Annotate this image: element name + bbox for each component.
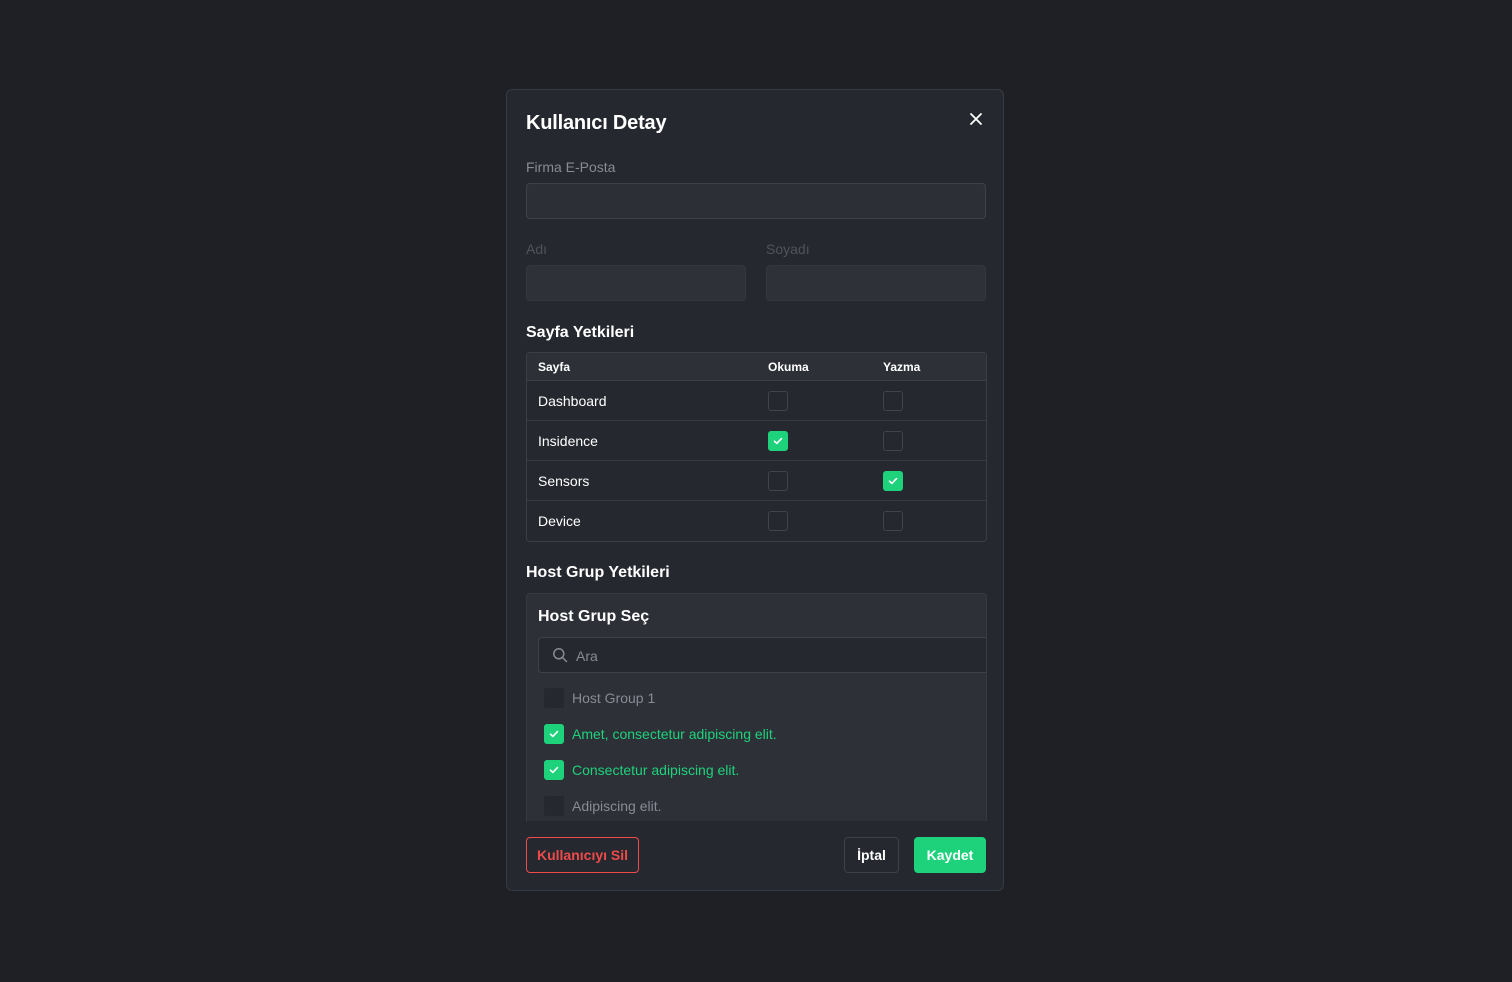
save-button[interactable]: Kaydet [914, 837, 986, 873]
page-name: Device [538, 513, 581, 529]
read-checkbox[interactable] [768, 471, 788, 491]
table-row: Sensors [527, 461, 986, 501]
page-name: Insidence [538, 433, 598, 449]
check-icon [888, 477, 898, 485]
first-name-field[interactable] [526, 265, 746, 301]
host-group-panel-title: Host Grup Seç [538, 608, 650, 625]
read-checkbox[interactable] [768, 391, 788, 411]
modal-title: Kullanıcı Detay [526, 112, 667, 134]
user-detail-modal: Kullanıcı Detay Firma E-Posta Adı Soyadı… [506, 89, 1004, 891]
host-group-item[interactable]: Host Group 1 [544, 688, 974, 708]
host-group-item[interactable]: Consectetur adipiscing elit. [544, 760, 974, 780]
table-header: Sayfa Okuma Yazma [527, 353, 986, 381]
write-checkbox[interactable] [883, 511, 903, 531]
page-name: Dashboard [538, 393, 607, 409]
host-group-label: Amet, consectetur adipiscing elit. [572, 726, 777, 742]
search-box [538, 637, 986, 674]
host-group-checkbox[interactable] [544, 760, 564, 780]
delete-user-button[interactable]: Kullanıcıyı Sil [526, 837, 639, 873]
write-checkbox[interactable] [883, 391, 903, 411]
search-input[interactable] [574, 638, 978, 674]
host-group-item[interactable]: Adipiscing elit. [544, 796, 974, 816]
read-checkbox[interactable] [768, 431, 788, 451]
last-name-field[interactable] [766, 265, 986, 301]
write-checkbox[interactable] [883, 471, 903, 491]
check-icon [773, 437, 783, 445]
close-icon [970, 113, 982, 125]
last-name-label: Soyadı [766, 241, 810, 257]
email-field[interactable] [526, 183, 986, 219]
table-row: Insidence [527, 421, 986, 461]
page-permissions-table: Sayfa Okuma Yazma Dashboard Insidence Sens… [526, 352, 987, 542]
host-group-checkbox[interactable] [544, 724, 564, 744]
column-header-page: Sayfa [538, 360, 571, 374]
first-name-label: Adı [526, 241, 548, 257]
check-icon [549, 766, 559, 774]
write-checkbox[interactable] [883, 431, 903, 451]
column-header-write: Yazma [883, 360, 921, 374]
host-group-item[interactable]: Amet, consectetur adipiscing elit. [544, 724, 974, 744]
host-group-checkbox[interactable] [544, 796, 564, 816]
cancel-button[interactable]: İptal [844, 837, 899, 873]
check-icon [549, 730, 559, 738]
search-icon [553, 648, 568, 663]
host-group-permissions-title: Host Grup Yetkileri [526, 564, 670, 581]
host-group-checkbox[interactable] [544, 688, 564, 708]
host-group-label: Consectetur adipiscing elit. [572, 762, 740, 778]
email-label: Firma E-Posta [526, 159, 616, 175]
close-button[interactable] [967, 110, 985, 128]
read-checkbox[interactable] [768, 511, 788, 531]
host-group-panel: Host Grup Seç Host Group 1 Amet, consecte… [526, 593, 987, 821]
table-row: Dashboard [527, 381, 986, 421]
page-permissions-title: Sayfa Yetkileri [526, 324, 635, 341]
table-row: Device [527, 501, 986, 541]
host-group-label: Adipiscing elit. [572, 798, 662, 814]
page-name: Sensors [538, 473, 590, 489]
column-header-read: Okuma [768, 360, 809, 374]
host-group-label: Host Group 1 [572, 690, 656, 706]
